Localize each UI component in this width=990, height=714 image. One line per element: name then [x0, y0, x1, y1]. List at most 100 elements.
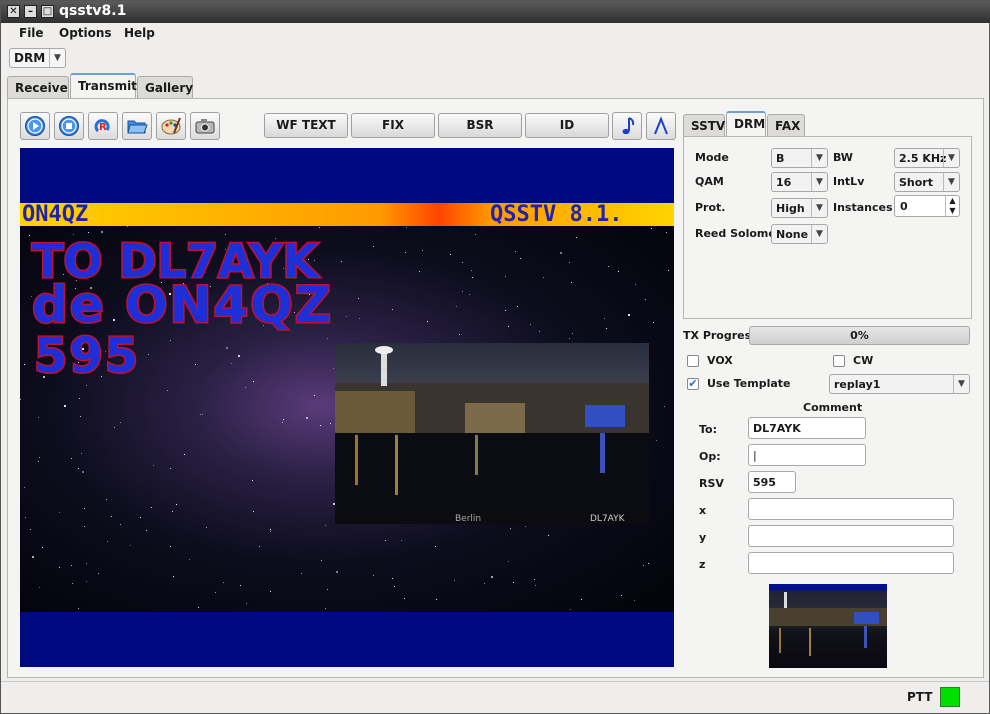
- star: [226, 347, 228, 349]
- menu-help[interactable]: Help: [124, 26, 155, 40]
- star: [325, 608, 326, 609]
- star: [200, 414, 201, 415]
- open-file-button[interactable]: [122, 112, 152, 140]
- repeat-button[interactable]: R: [88, 112, 118, 140]
- chevron-down-icon: ▼: [811, 173, 827, 191]
- spin-down-icon[interactable]: ▼: [945, 206, 959, 216]
- drm-instances-spinbox[interactable]: 0 ▲ ▼: [894, 195, 960, 217]
- cw-checkbox[interactable]: [833, 355, 845, 367]
- star: [404, 598, 405, 599]
- star: [456, 306, 457, 307]
- x-field[interactable]: [748, 498, 954, 520]
- stop-button[interactable]: [54, 112, 84, 140]
- star: [114, 427, 115, 428]
- fix-button[interactable]: FIX: [351, 113, 435, 138]
- close-window-icon[interactable]: ✕: [7, 5, 20, 18]
- play-icon: [25, 116, 45, 136]
- star: [106, 499, 107, 500]
- star: [472, 277, 473, 278]
- star: [59, 512, 60, 513]
- drm-bw-label: BW: [833, 151, 853, 164]
- star: [71, 458, 72, 459]
- star: [459, 334, 460, 335]
- star: [270, 529, 271, 530]
- star: [517, 306, 518, 307]
- star: [231, 363, 232, 364]
- star: [79, 398, 80, 399]
- transmission-mode-select[interactable]: DRM ▼: [9, 48, 66, 68]
- spin-up-icon[interactable]: ▲: [945, 196, 959, 206]
- rsv-field[interactable]: 595: [748, 471, 796, 493]
- star: [206, 527, 207, 528]
- z-field[interactable]: [748, 552, 954, 574]
- star: [515, 251, 516, 252]
- start-button[interactable]: [20, 112, 50, 140]
- star: [146, 530, 147, 531]
- star: [173, 576, 174, 577]
- star: [81, 453, 82, 454]
- drm-instances-label: Instances: [833, 201, 893, 214]
- star: [38, 461, 39, 462]
- tab-fax[interactable]: FAX: [767, 114, 805, 137]
- drm-bw-select[interactable]: 2.5 KHz ▼: [894, 148, 960, 168]
- star: [39, 457, 40, 458]
- wavelength-button[interactable]: [646, 112, 676, 140]
- star: [664, 406, 665, 407]
- star: [435, 546, 436, 547]
- menu-file[interactable]: File: [19, 26, 44, 40]
- tab-drm[interactable]: DRM: [726, 111, 766, 137]
- drm-prot-select[interactable]: High ▼: [771, 198, 828, 218]
- bsr-button[interactable]: BSR: [438, 113, 522, 138]
- star: [170, 468, 171, 469]
- star: [39, 587, 40, 588]
- transmit-image-preview[interactable]: ON4QZ QSSTV 8.1. TO DL7AYK de ON4QZ 595 …: [20, 148, 674, 667]
- drm-reed-solomon-select[interactable]: None ▼: [771, 224, 828, 244]
- wf-text-button[interactable]: WF TEXT: [264, 113, 348, 138]
- to-field[interactable]: DL7AYK: [748, 417, 866, 439]
- drm-mode-select[interactable]: B ▼: [771, 148, 828, 168]
- template-select[interactable]: replay1 ▼: [829, 374, 970, 394]
- repeat-icon: R: [94, 119, 110, 133]
- snapshot-button[interactable]: [190, 112, 220, 140]
- tx-progress-label: TX Progress: [683, 329, 758, 342]
- tab-receive[interactable]: Receive: [7, 76, 69, 100]
- star: [643, 565, 644, 566]
- drm-intlv-value: Short: [899, 176, 933, 189]
- star: [341, 261, 342, 262]
- star: [462, 262, 463, 263]
- star: [648, 563, 649, 564]
- stop-icon: [59, 116, 79, 136]
- drm-qam-value: 16: [776, 176, 792, 189]
- star: [195, 364, 196, 365]
- star: [215, 592, 216, 593]
- tab-sstv[interactable]: SSTV: [683, 114, 725, 137]
- star: [635, 284, 636, 285]
- id-button[interactable]: ID: [525, 113, 609, 138]
- template-thumbnail: [769, 584, 887, 668]
- maximize-window-icon[interactable]: □: [41, 5, 54, 18]
- tx-progress-bar: 0%: [749, 326, 970, 345]
- y-field[interactable]: [748, 525, 954, 547]
- drm-intlv-select[interactable]: Short ▼: [894, 172, 960, 192]
- star: [510, 528, 511, 529]
- minimize-window-icon[interactable]: –: [24, 5, 37, 18]
- editor-button[interactable]: [156, 112, 186, 140]
- tab-transmit[interactable]: Transmit: [70, 73, 137, 100]
- star: [608, 266, 609, 267]
- star: [319, 227, 320, 228]
- tone-button[interactable]: [612, 112, 642, 140]
- rsv-label: RSV: [699, 477, 724, 490]
- op-field[interactable]: |: [748, 444, 866, 466]
- use-template-checkbox[interactable]: ✔: [687, 378, 699, 390]
- drm-instances-value: 0: [900, 200, 908, 213]
- vox-checkbox[interactable]: [687, 355, 699, 367]
- drm-qam-select[interactable]: 16 ▼: [771, 172, 828, 192]
- star: [127, 226, 128, 227]
- star: [252, 480, 253, 481]
- svg-text:R: R: [99, 122, 107, 133]
- menu-options[interactable]: Options: [59, 26, 112, 40]
- star: [436, 599, 437, 600]
- tab-gallery[interactable]: Gallery: [137, 76, 193, 100]
- star: [450, 254, 451, 255]
- z-label: z: [699, 558, 706, 571]
